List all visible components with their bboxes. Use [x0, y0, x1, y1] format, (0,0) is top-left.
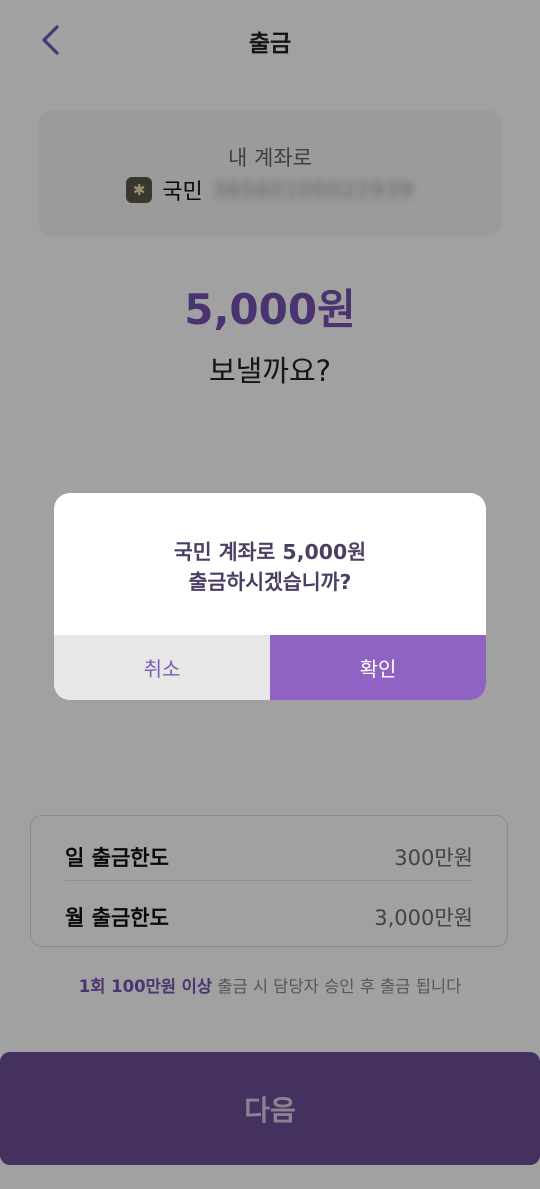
confirm-button[interactable]: 확인: [270, 635, 486, 700]
confirm-dialog: 국민 계좌로 5,000원 출금하시겠습니까? 취소 확인: [54, 493, 486, 700]
dialog-buttons: 취소 확인: [54, 635, 486, 700]
dialog-message-line1: 국민 계좌로 5,000원: [173, 540, 367, 564]
dialog-message-line2: 출금하시겠습니까?: [188, 570, 352, 594]
cancel-button[interactable]: 취소: [54, 635, 270, 700]
dialog-message: 국민 계좌로 5,000원 출금하시겠습니까?: [54, 537, 486, 597]
